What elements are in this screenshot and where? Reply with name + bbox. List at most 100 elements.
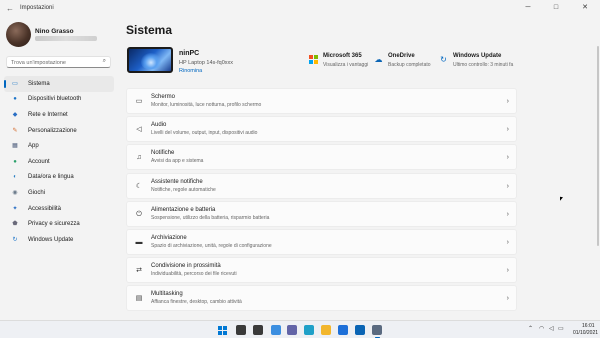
- storage-icon: ▬: [135, 238, 143, 246]
- monitor-icon: ▭: [12, 80, 18, 87]
- settings-card-description: Affianca finestre, desktop, cambio attiv…: [151, 299, 242, 306]
- mail-icon[interactable]: [355, 325, 365, 335]
- settings-card-title: Condivisione in prossimità: [151, 263, 221, 270]
- sidebar-item-label: Account: [28, 158, 50, 165]
- sidebar-item-label: Personalizzazione: [28, 127, 77, 134]
- settings-card[interactable]: ⇄ Condivisione in prossimità Individuabili…: [126, 257, 517, 284]
- speaker-icon: ◁: [136, 126, 142, 134]
- device-wallpaper-thumbnail: [127, 47, 173, 73]
- user-profile[interactable]: Nino Grasso: [6, 22, 116, 48]
- settings-card[interactable]: ⏻ Alimentazione e batteria Sospensione, ut…: [126, 200, 517, 227]
- profile-name: Nino Grasso: [35, 28, 74, 35]
- sidebar-item-label: Windows Update: [28, 236, 74, 243]
- chevron-right-icon: ›: [506, 182, 509, 190]
- rename-link[interactable]: Rinomina: [179, 68, 202, 74]
- shield-icon: ⬟: [12, 221, 18, 228]
- quick-link-subtitle: Ultimo controllo: 3 minuti fa: [453, 62, 514, 68]
- device-name: ninPC: [179, 50, 200, 57]
- clock-date[interactable]: 01/10/2021: [573, 330, 598, 336]
- app-title: Impostazioni: [20, 5, 54, 11]
- settings-card[interactable]: ▬ Archiviazione Spazio di archiviazione, u…: [126, 228, 517, 255]
- scrollbar[interactable]: [597, 46, 599, 246]
- settings-card-title: Multitasking: [151, 291, 183, 298]
- settings-card-description: Spazio di archiviazione, unità, regole d…: [151, 242, 272, 249]
- sidebar-item-label: Accessibilità: [28, 205, 62, 212]
- sidebar-item-label: Dispositivi bluetooth: [28, 96, 82, 103]
- sidebar-item-rete-e-internet[interactable]: ◆ Rete e Internet: [4, 107, 114, 123]
- search-icon[interactable]: ⌕: [103, 58, 106, 65]
- settings-icon[interactable]: [372, 325, 382, 335]
- multitask-icon: ▤: [135, 295, 143, 303]
- avatar: [6, 22, 31, 47]
- settings-card-title: Alimentazione e batteria: [151, 206, 216, 213]
- sidebar-item-label: Rete e Internet: [28, 111, 68, 118]
- settings-card-description: Livelli del volume, output, input, dispo…: [151, 130, 258, 137]
- sidebar-item-label: App: [28, 143, 39, 150]
- microsoft-logo-icon: [309, 55, 318, 64]
- tray-overflow-icon[interactable]: ⌃: [528, 325, 533, 332]
- maximize-button[interactable]: □: [549, 2, 563, 14]
- clock-time[interactable]: 16:01: [582, 323, 595, 329]
- sidebar-item-personalizzazione[interactable]: ✎ Personalizzazione: [4, 123, 114, 139]
- start-icon[interactable]: [217, 325, 227, 335]
- settings-card-description: Notifiche, regole automatiche: [151, 186, 216, 193]
- sidebar-nav: ▭ Sistema ● Dispositivi bluetooth ◆ Rete e In…: [4, 76, 114, 248]
- settings-card[interactable]: ▤ Multitasking Affianca finestre, desktop,…: [126, 285, 517, 312]
- sidebar-item-accessibilit[interactable]: ✦ Accessibilità: [4, 201, 114, 217]
- sidebar-item-privacy-e-sicurezza[interactable]: ⬟ Privacy e sicurezza: [4, 216, 114, 232]
- volume-icon[interactable]: ◁: [549, 325, 554, 332]
- quick-link-subtitle: Backup completato: [388, 62, 431, 68]
- chevron-right-icon: ›: [506, 267, 509, 275]
- search-input[interactable]: [11, 58, 97, 67]
- close-button[interactable]: ✕: [578, 2, 592, 14]
- device-model: HP Laptop 14s-fq0xxx: [179, 60, 234, 66]
- settings-card[interactable]: ♫ Notifiche Avvisi da app e sistema ›: [126, 144, 517, 171]
- search-box[interactable]: ⌕: [6, 56, 111, 68]
- quick-link-windows-update[interactable]: ↻ Windows Update Ultimo controllo: 3 min…: [439, 53, 519, 73]
- sidebar-item-sistema[interactable]: ▭ Sistema: [4, 76, 114, 92]
- main-content: Sistema ninPC HP Laptop 14s-fq0xxx Rinom…: [126, 18, 600, 320]
- file-explorer-icon[interactable]: [321, 325, 331, 335]
- settings-card[interactable]: ▭ Schermo Monitor, luminosità, luce nottur…: [126, 88, 517, 114]
- sidebar-item-label: Giochi: [28, 189, 46, 196]
- chat-icon[interactable]: [287, 325, 297, 335]
- sidebar-item-dispositivi-bluetooth[interactable]: ● Dispositivi bluetooth: [4, 92, 114, 108]
- chevron-right-icon: ›: [506, 154, 509, 162]
- settings-card[interactable]: ◁ Audio Livelli del volume, output, input,…: [126, 116, 517, 143]
- display-icon: ▭: [135, 98, 143, 105]
- wifi-icon[interactable]: ◠: [539, 325, 544, 332]
- task-view-icon[interactable]: [253, 325, 263, 335]
- minimize-button[interactable]: ─: [521, 2, 535, 14]
- chevron-right-icon: ›: [506, 210, 509, 218]
- update-icon: ↻: [12, 236, 18, 243]
- search-taskbar-icon[interactable]: [236, 325, 246, 335]
- sidebar: Nino Grasso ⌕ ▭ Sistema ● Dispositivi bluet…: [0, 18, 118, 320]
- settings-card-description: Avvisi da app e sistema: [151, 158, 204, 165]
- widgets-icon[interactable]: [271, 325, 281, 335]
- edge-icon[interactable]: [304, 325, 314, 335]
- settings-card-description: Individuabilità, percorso dei file ricev…: [151, 271, 237, 278]
- account-icon: ●: [13, 158, 17, 165]
- quick-link-onedrive[interactable]: ☁ OneDrive Backup completato: [374, 53, 436, 73]
- settings-card-description: Monitor, luminosità, luce notturna, prof…: [151, 102, 262, 108]
- battery-icon[interactable]: ▭: [558, 325, 564, 332]
- chevron-right-icon: ›: [506, 238, 509, 246]
- bell-icon: ♫: [136, 154, 142, 162]
- quick-link-title: OneDrive: [388, 53, 415, 59]
- sidebar-item-app[interactable]: ▦ App: [4, 138, 114, 154]
- taskbar: ⌃ ◠ ◁ ▭ 16:01 01/10/2021: [0, 320, 600, 338]
- sidebar-item-account[interactable]: ● Account: [4, 154, 114, 170]
- sidebar-item-giochi[interactable]: ◉ Giochi: [4, 185, 114, 201]
- store-icon[interactable]: [338, 325, 348, 335]
- sidebar-item-label: Data/ora e lingua: [28, 174, 74, 181]
- title-bar: ← Impostazioni ─ □ ✕: [0, 0, 600, 18]
- back-button[interactable]: ←: [4, 3, 16, 15]
- chevron-right-icon: ›: [506, 126, 509, 134]
- sidebar-item-windows-update[interactable]: ↻ Windows Update: [4, 232, 114, 248]
- chevron-right-icon: ›: [506, 295, 509, 303]
- settings-card-title: Audio: [151, 122, 167, 129]
- bluetooth-icon: ●: [13, 96, 17, 103]
- settings-card[interactable]: ☾ Assistente notifiche Notifiche, regole a…: [126, 172, 517, 199]
- quick-link-microsoft-365[interactable]: Microsoft 365 Visualizza i vantaggi: [309, 53, 371, 73]
- sidebar-item-data-ora-e-lingua[interactable]: ◐ Data/ora e lingua: [4, 170, 114, 186]
